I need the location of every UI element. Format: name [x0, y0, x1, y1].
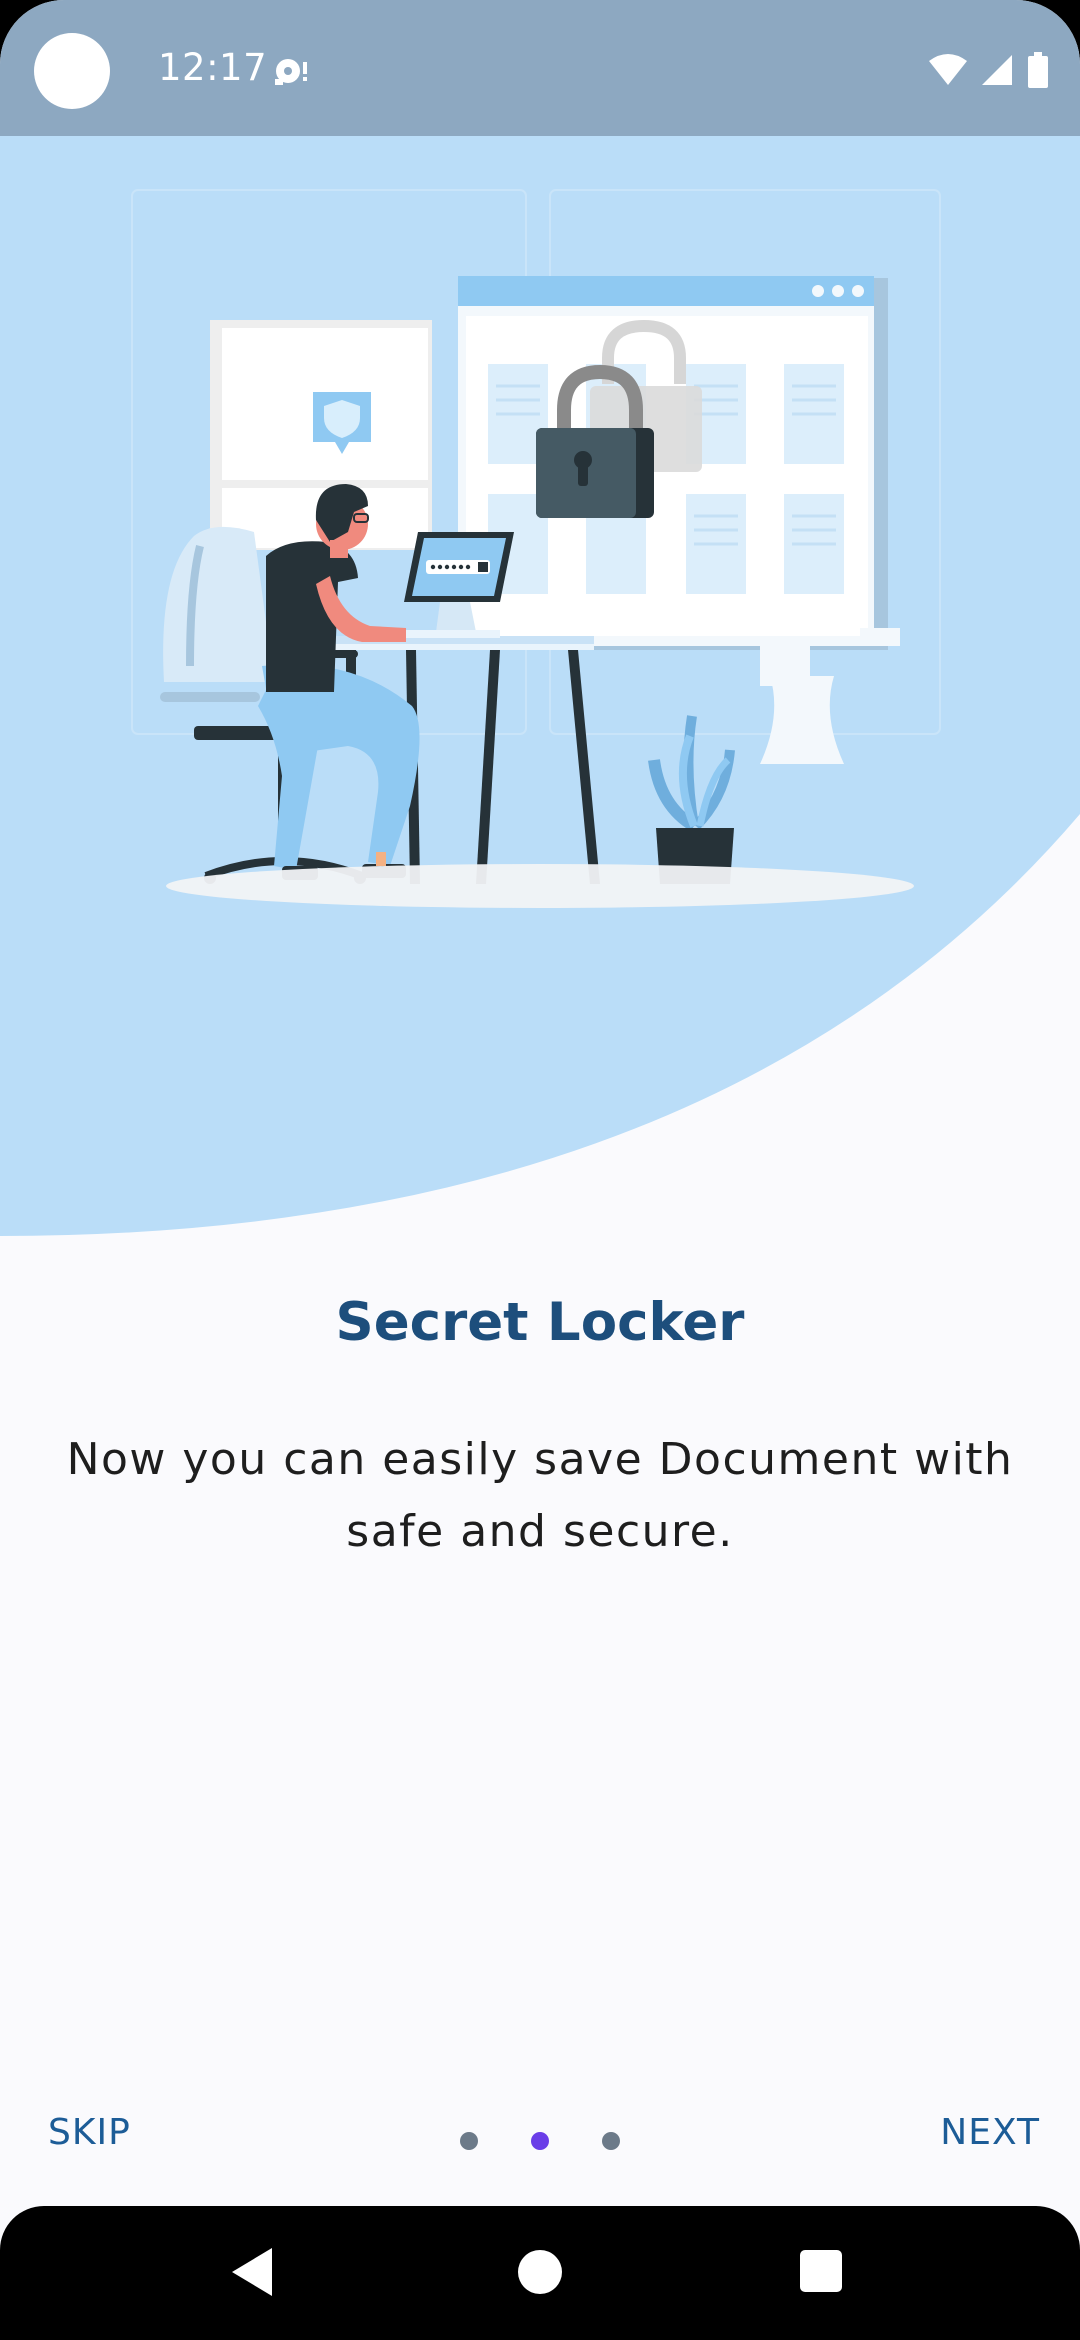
page-indicator [0, 2132, 1080, 2150]
page-dot-3[interactable] [602, 2132, 620, 2150]
recents-icon[interactable] [800, 2250, 842, 2292]
illustration-svg [0, 136, 1080, 1236]
back-icon[interactable] [232, 2248, 272, 2296]
onboarding-description: Now you can easily save Document with sa… [66, 1434, 1014, 1557]
page-dot-1[interactable] [460, 2132, 478, 2150]
status-time: 12:17 [158, 46, 268, 89]
battery-icon [1028, 52, 1048, 88]
hero-illustration [0, 136, 1080, 1256]
cell-signal-icon [982, 55, 1012, 85]
navigation-bar [0, 2206, 1080, 2340]
onboarding-title: Secret Locker [335, 1292, 745, 1353]
status-bar: 12:17 [0, 0, 1080, 136]
app-screen: 12:17 Secret Locker Now you can easily s… [0, 0, 1080, 2340]
status-icons [928, 50, 1050, 90]
next-button[interactable]: NEXT [940, 2112, 1040, 2153]
media-notification-icon [275, 59, 307, 85]
home-icon[interactable] [518, 2250, 562, 2294]
page-dot-2-active[interactable] [531, 2132, 549, 2150]
floor-shadow [166, 864, 914, 908]
wifi-icon [929, 54, 967, 85]
camera-cutout [34, 33, 110, 109]
